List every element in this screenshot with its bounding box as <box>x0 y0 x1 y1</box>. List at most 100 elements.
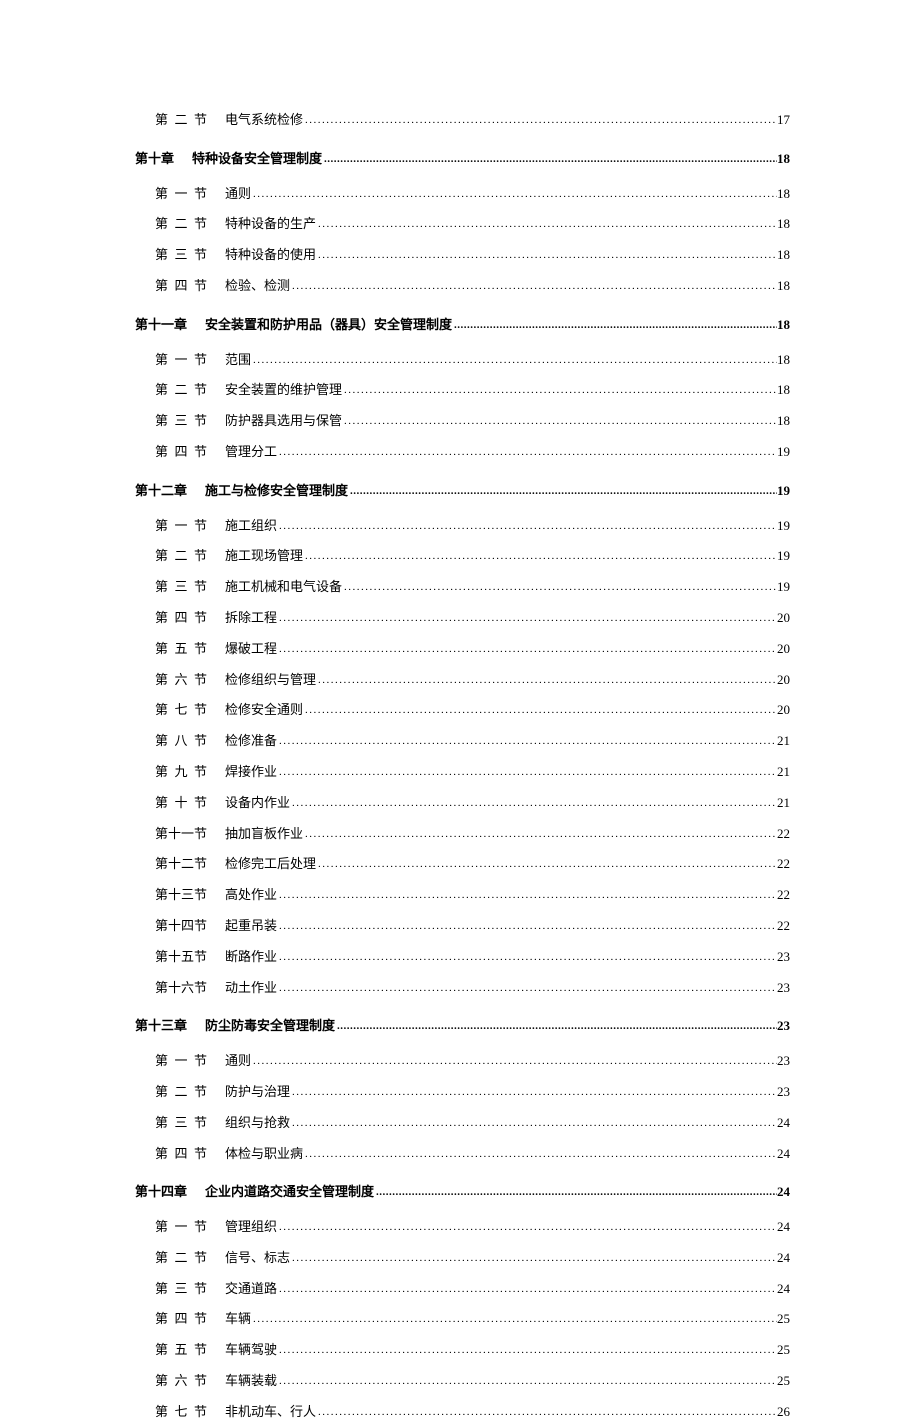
toc-entry-label: 第十二章 <box>135 481 187 502</box>
toc-entry-title: 施工组织 <box>225 516 277 537</box>
toc-section-row: 第二节施工现场管理...............................… <box>155 546 790 567</box>
toc-section-row: 第九节焊接作业.................................… <box>155 762 790 783</box>
toc-section-row: 第四节车辆...................................… <box>155 1309 790 1330</box>
toc-entry-label: 第十一节 <box>155 824 207 845</box>
toc-entry-title: 交通道路 <box>225 1279 277 1300</box>
toc-entry-label: 第一节 <box>155 184 207 205</box>
toc-section-row: 第六节车辆装载.................................… <box>155 1371 790 1392</box>
toc-entry-label: 第六节 <box>155 1371 207 1392</box>
toc-entry-page: 18 <box>777 380 790 401</box>
toc-entry-page: 18 <box>777 184 790 205</box>
toc-entry-page: 23 <box>777 1016 790 1037</box>
toc-leader-dots: ........................................… <box>277 980 777 998</box>
toc-chapter-row: 第十章特种设备安全管理制度...........................… <box>135 149 790 170</box>
toc-entry-title: 拆除工程 <box>225 608 277 629</box>
toc-section-row: 第一节施工组织.................................… <box>155 516 790 537</box>
toc-leader-dots: ........................................… <box>290 795 777 813</box>
toc-leader-dots: ........................................… <box>251 352 777 370</box>
toc-section-row: 第四节体检与职业病...............................… <box>155 1144 790 1165</box>
toc-entry-label: 第三节 <box>155 411 207 432</box>
toc-entry-page: 19 <box>777 481 790 502</box>
toc-entry-label: 第二节 <box>155 214 207 235</box>
toc-entry-page: 18 <box>777 411 790 432</box>
toc-leader-dots: ........................................… <box>322 151 777 169</box>
toc-entry-label: 第四节 <box>155 276 207 297</box>
toc-entry-title: 检修准备 <box>225 731 277 752</box>
toc-leader-dots: ........................................… <box>277 733 777 751</box>
toc-leader-dots: ........................................… <box>290 1250 777 1268</box>
toc-section-row: 第五节车辆驾驶.................................… <box>155 1340 790 1361</box>
toc-leader-dots: ........................................… <box>251 1311 777 1329</box>
toc-entry-page: 23 <box>777 947 790 968</box>
toc-entry-label: 第二节 <box>155 110 207 131</box>
toc-section-group: 第一节范围...................................… <box>135 350 790 463</box>
toc-entry-page: 20 <box>777 700 790 721</box>
toc-entry-title: 施工现场管理 <box>225 546 303 567</box>
toc-entry-label: 第三节 <box>155 245 207 266</box>
toc-entry-label: 第四节 <box>155 608 207 629</box>
toc-leader-dots: ........................................… <box>277 641 777 659</box>
toc-entry-page: 18 <box>777 149 790 170</box>
toc-entry-page: 24 <box>777 1144 790 1165</box>
toc-entry-title: 特种设备的使用 <box>225 245 316 266</box>
toc-entry-label: 第十四节 <box>155 916 207 937</box>
toc-section-row: 第二节安全装置的维护管理............................… <box>155 380 790 401</box>
toc-entry-label: 第四节 <box>155 442 207 463</box>
toc-section-row: 第十三节高处作业................................… <box>155 885 790 906</box>
toc-entry-label: 第二节 <box>155 546 207 567</box>
toc-entry-label: 第十三章 <box>135 1016 187 1037</box>
toc-entry-title: 起重吊装 <box>225 916 277 937</box>
toc-leader-dots: ........................................… <box>277 949 777 967</box>
toc-entry-title: 安全装置的维护管理 <box>225 380 342 401</box>
toc-section-row: 第四节拆除工程.................................… <box>155 608 790 629</box>
toc-entry-label: 第九节 <box>155 762 207 783</box>
toc-entry-title: 通则 <box>225 184 251 205</box>
toc-entry-page: 24 <box>777 1113 790 1134</box>
toc-entry-title: 管理分工 <box>225 442 277 463</box>
toc-entry-title: 车辆驾驶 <box>225 1340 277 1361</box>
toc-entry-page: 19 <box>777 516 790 537</box>
toc-leader-dots: ........................................… <box>303 702 777 720</box>
toc-entry-title: 信号、标志 <box>225 1248 290 1269</box>
toc-section-row: 第二节信号、标志................................… <box>155 1248 790 1269</box>
toc-section-row: 第十二节检修完工后处理.............................… <box>155 854 790 875</box>
toc-leader-dots: ........................................… <box>342 579 777 597</box>
toc-leader-dots: ........................................… <box>316 672 777 690</box>
toc-entry-page: 25 <box>777 1371 790 1392</box>
toc-leader-dots: ........................................… <box>251 186 777 204</box>
toc-entry-label: 第十四章 <box>135 1182 187 1203</box>
toc-entry-label: 第一节 <box>155 350 207 371</box>
toc-section-group: 第二节电气系统检修...............................… <box>135 110 790 131</box>
toc-section-row: 第四节检验、检测................................… <box>155 276 790 297</box>
toc-leader-dots: ........................................… <box>290 1084 777 1102</box>
toc-entry-page: 20 <box>777 639 790 660</box>
toc-entry-label: 第十节 <box>155 793 207 814</box>
toc-leader-dots: ........................................… <box>277 887 777 905</box>
toc-entry-page: 24 <box>777 1248 790 1269</box>
toc-section-row: 第三节防护器具选用与保管............................… <box>155 411 790 432</box>
toc-entry-page: 25 <box>777 1309 790 1330</box>
toc-entry-label: 第六节 <box>155 670 207 691</box>
toc-entry-title: 电气系统检修 <box>225 110 303 131</box>
toc-leader-dots: ........................................… <box>277 918 777 936</box>
toc-entry-label: 第五节 <box>155 639 207 660</box>
toc-section-row: 第七节检修安全通则...............................… <box>155 700 790 721</box>
toc-entry-title: 体检与职业病 <box>225 1144 303 1165</box>
toc-entry-label: 第十二节 <box>155 854 207 875</box>
toc-leader-dots: ........................................… <box>277 764 777 782</box>
toc-chapter-row: 第十二章施工与检修安全管理制度.........................… <box>135 481 790 502</box>
toc-entry-page: 22 <box>777 854 790 875</box>
toc-entry-title: 特种设备安全管理制度 <box>192 149 322 170</box>
toc-entry-label: 第一节 <box>155 516 207 537</box>
toc-entry-title: 检修完工后处理 <box>225 854 316 875</box>
toc-entry-label: 第七节 <box>155 1402 207 1423</box>
toc-entry-label: 第三节 <box>155 1113 207 1134</box>
toc-section-row: 第一节管理组织.................................… <box>155 1217 790 1238</box>
toc-section-row: 第一节通则...................................… <box>155 1051 790 1072</box>
toc-entry-label: 第七节 <box>155 700 207 721</box>
toc-entry-page: 21 <box>777 762 790 783</box>
toc-leader-dots: ........................................… <box>277 518 777 536</box>
toc-entry-label: 第二节 <box>155 380 207 401</box>
toc-leader-dots: ........................................… <box>277 610 777 628</box>
toc-leader-dots: ........................................… <box>316 216 777 234</box>
